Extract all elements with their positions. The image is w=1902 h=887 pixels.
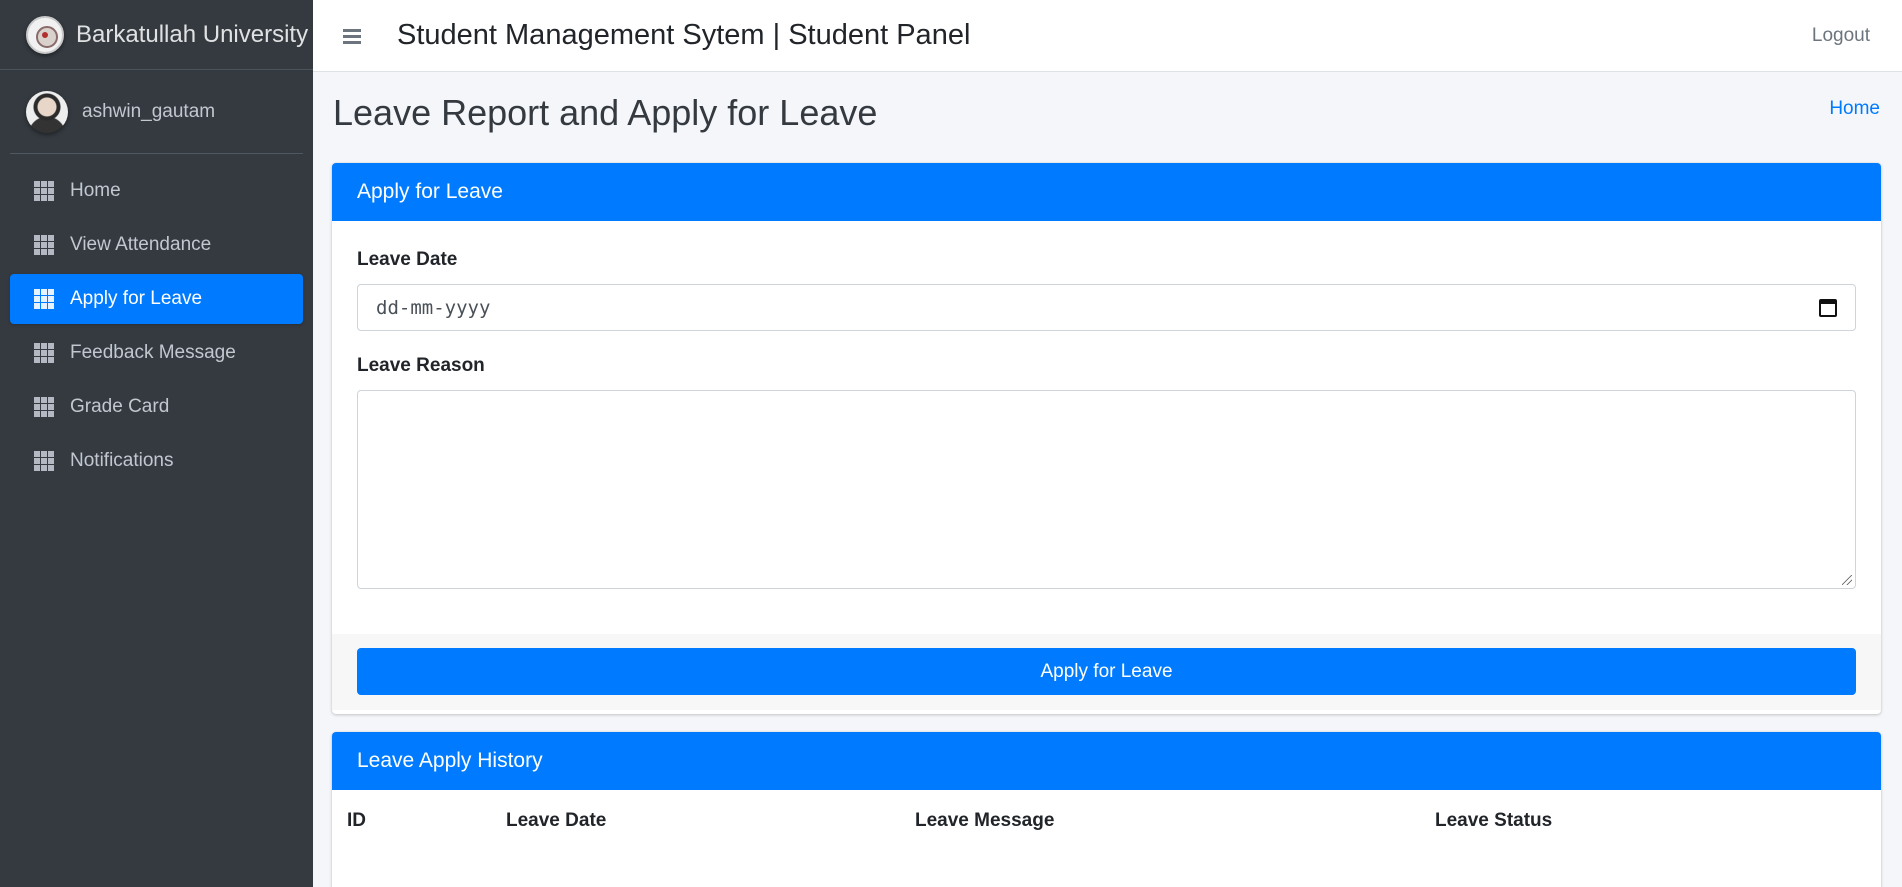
grid-icon [34,289,56,309]
sidebar-item-notifications[interactable]: Notifications [10,436,303,486]
university-seal-logo [26,15,64,54]
main-content: Leave Report and Apply for Leave Home Ap… [313,72,1902,887]
logout-link[interactable]: Logout [1812,25,1870,47]
content-header: Leave Report and Apply for Leave Home [313,72,1902,162]
sidebar-item-grade-card[interactable]: Grade Card [10,382,303,432]
column-header-id: ID [347,810,366,831]
brand-link[interactable]: Barkatullah University [0,0,313,70]
grid-icon [34,181,56,201]
apply-leave-card-header: Apply for Leave [332,163,1881,221]
apply-leave-card: Apply for Leave Leave Date dd-mm-yyyy Le… [332,163,1881,714]
sidebar-item-feedback-message[interactable]: Feedback Message [10,328,303,378]
sidebar-item-view-attendance[interactable]: View Attendance [10,220,303,270]
leave-history-table-header: ID Leave Date Leave Message Leave Status [332,790,1881,854]
grid-icon [34,451,56,471]
grid-icon [34,235,56,255]
avatar [26,90,68,133]
brand-name: Barkatullah University [76,20,309,48]
leave-date-placeholder: dd-mm-yyyy [376,296,491,319]
leave-date-input[interactable]: dd-mm-yyyy [357,284,1856,331]
column-header-leave-message: Leave Message [915,810,1055,831]
top-navbar: Student Management Sytem | Student Panel… [313,0,1902,72]
sidebar-item-label: Home [70,180,121,201]
apply-leave-card-footer: Apply for Leave [332,634,1881,710]
calendar-icon[interactable] [1819,298,1837,317]
user-name: ashwin_gautam [82,100,216,122]
sidebar-item-home[interactable]: Home [10,166,303,216]
sidebar-item-label: Apply for Leave [70,288,203,309]
grid-icon [34,343,56,363]
column-header-leave-status: Leave Status [1435,810,1553,831]
resize-grip-icon[interactable] [1842,575,1852,585]
leave-history-card-header: Leave Apply History [332,732,1881,790]
page-title: Leave Report and Apply for Leave [333,92,878,133]
app-title: Student Management Sytem | Student Panel [397,19,971,51]
sidebar-item-apply-for-leave[interactable]: Apply for Leave [10,274,303,324]
column-header-leave-date: Leave Date [506,810,607,831]
sidebar-item-label: Feedback Message [70,342,236,363]
leave-history-card: Leave Apply History ID Leave Date Leave … [332,732,1881,887]
hamburger-menu-icon[interactable] [343,28,363,44]
app-root: Barkatullah University ashwin_gautam Hom… [0,0,1902,887]
grid-icon [34,397,56,417]
apply-leave-form: Leave Date dd-mm-yyyy Leave Reason [332,221,1881,589]
sidebar-nav: Home View Attendance Apply for Leave Fee… [0,154,313,486]
sidebar-item-label: Grade Card [70,396,170,417]
sidebar-item-label: View Attendance [70,234,212,255]
apply-for-leave-button[interactable]: Apply for Leave [357,648,1856,695]
breadcrumb-home-link[interactable]: Home [1829,98,1880,120]
sidebar: Barkatullah University ashwin_gautam Hom… [0,0,313,887]
leave-date-label: Leave Date [357,249,458,270]
leave-reason-textarea[interactable] [357,390,1856,589]
sidebar-item-label: Notifications [70,450,174,471]
user-panel[interactable]: ashwin_gautam [10,70,303,154]
leave-reason-label: Leave Reason [357,355,485,376]
